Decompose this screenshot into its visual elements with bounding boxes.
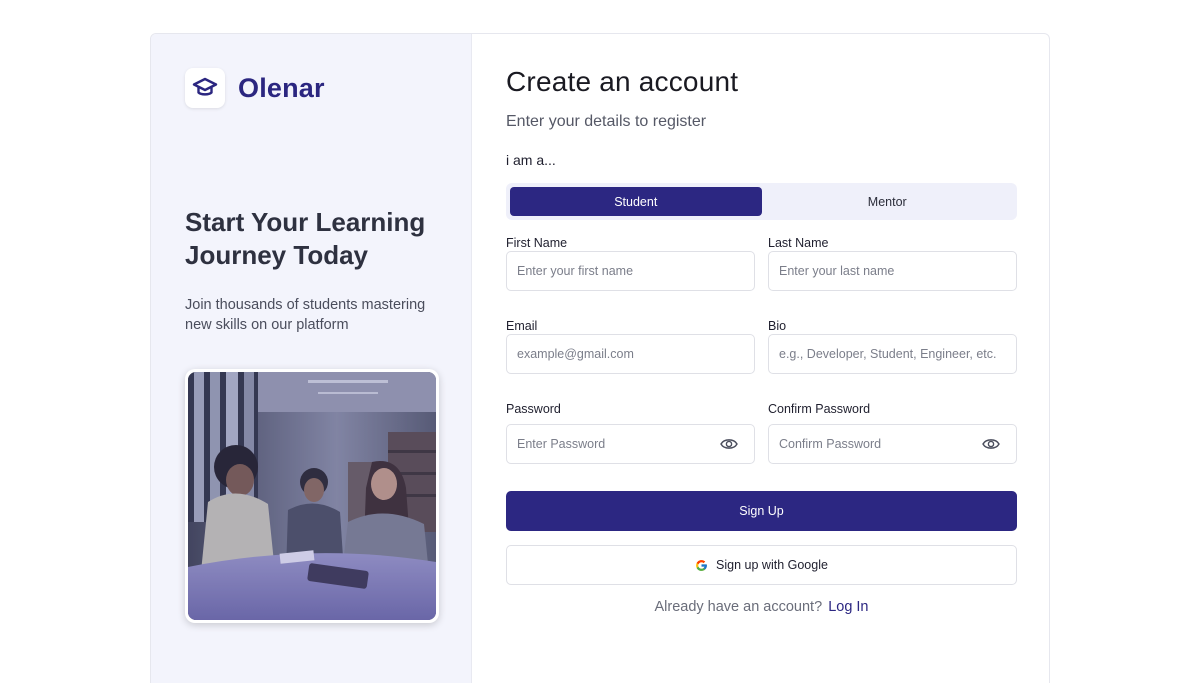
- login-prompt: Already have an account?: [654, 599, 823, 615]
- confirm-password-label: Confirm Password: [768, 402, 871, 416]
- brand[interactable]: Olenar: [185, 68, 325, 108]
- email-field-box: [506, 334, 755, 374]
- signup-card: Olenar Start Your Learning Journey Today…: [150, 33, 1050, 683]
- last-name-input[interactable]: [779, 252, 1006, 290]
- google-icon: [695, 559, 708, 572]
- role-toggle: Student Mentor: [506, 183, 1017, 220]
- form-title: Create an account: [506, 66, 739, 97]
- email-label: Email: [506, 319, 538, 333]
- eye-icon[interactable]: [720, 435, 738, 453]
- form-subtitle: Enter your details to register: [506, 113, 707, 130]
- google-button-label: Sign up with Google: [716, 558, 828, 572]
- log-in-link[interactable]: Log In: [828, 599, 868, 615]
- email-input[interactable]: [517, 335, 744, 373]
- eye-icon[interactable]: [982, 435, 1000, 453]
- first-name-input[interactable]: [517, 252, 744, 290]
- password-label: Password: [506, 402, 561, 416]
- role-label: i am a...: [506, 152, 556, 168]
- last-name-field-box: [768, 251, 1017, 291]
- bio-label: Bio: [768, 319, 787, 333]
- confirm-password-field-box: [768, 424, 1017, 464]
- first-name-label: First Name: [506, 236, 568, 250]
- google-sign-up-button[interactable]: Sign up with Google: [506, 545, 1017, 585]
- confirm-password-input[interactable]: [779, 425, 982, 463]
- role-mentor-button[interactable]: Mentor: [762, 187, 1014, 216]
- first-name-field-box: [506, 251, 755, 291]
- login-prompt-row: Already have an account? Log In: [506, 599, 1017, 615]
- graduation-cap-icon: [185, 68, 225, 108]
- bio-field-box: [768, 334, 1017, 374]
- password-field-box: [506, 424, 755, 464]
- last-name-label: Last Name: [768, 236, 829, 250]
- password-input[interactable]: [517, 425, 720, 463]
- hero-title: Start Your Learning Journey Today: [185, 207, 426, 270]
- bio-input[interactable]: [779, 335, 1006, 373]
- promo-panel: Olenar Start Your Learning Journey Today…: [151, 34, 472, 683]
- hero-image-frame: [185, 369, 439, 623]
- role-student-button[interactable]: Student: [510, 187, 762, 216]
- sign-up-button[interactable]: Sign Up: [506, 491, 1017, 531]
- hero-subtitle: Join thousands of students mastering new…: [185, 297, 426, 333]
- students-studying-photo: [188, 372, 436, 620]
- brand-name: Olenar: [238, 72, 325, 103]
- signup-form: Create an account Enter your details to …: [472, 34, 1049, 683]
